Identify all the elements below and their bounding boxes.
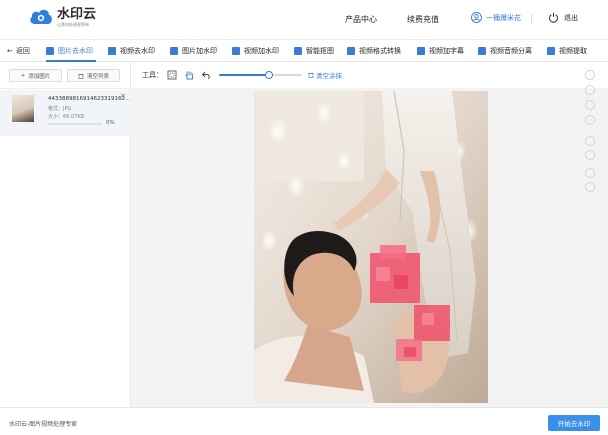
tab-label: 图片去水印 [58, 47, 93, 55]
tab-video-add-watermark[interactable]: 视频加水印 [232, 46, 279, 56]
add-image-button[interactable]: + 添加图片 [9, 69, 62, 82]
tab-video-extract[interactable]: 视频提取 [547, 46, 587, 56]
tab-label: 视频音频分离 [490, 47, 532, 55]
settings-icon[interactable] [585, 136, 595, 146]
image-icon [46, 47, 54, 55]
pen-icon[interactable] [585, 150, 595, 160]
back-label: 返回 [15, 47, 30, 55]
sidebar-divider [0, 88, 131, 89]
tab-label: 智能抠图 [306, 47, 334, 55]
subtitle-icon [417, 47, 425, 55]
zoom-out-icon[interactable] [585, 100, 595, 110]
rotate-icon[interactable] [585, 70, 595, 80]
header-divider [531, 14, 532, 24]
nav-products[interactable]: 产品中心 [345, 14, 377, 25]
logo-title: 水印云 [57, 6, 97, 22]
user-menu[interactable]: 一桶爆米花 [471, 12, 521, 23]
tab-video-format-convert[interactable]: 视频格式转换 [347, 46, 401, 56]
back-button[interactable]: ← 返回 [7, 46, 30, 56]
progress-percent: 0% [106, 120, 115, 126]
tools-label: 工具： [142, 71, 163, 79]
convert-icon [347, 47, 355, 55]
zoom-in-icon[interactable] [585, 85, 595, 95]
tab-label: 视频加字幕 [429, 47, 464, 55]
tab-label: 视频加水印 [244, 47, 279, 55]
undo-icon [201, 71, 210, 79]
clear-list-label: 清空列表 [86, 73, 109, 80]
trash-icon [308, 72, 314, 78]
brush-tool[interactable] [183, 69, 194, 80]
hand-brush-icon [184, 70, 193, 79]
video-icon [232, 47, 240, 55]
close-icon[interactable] [585, 182, 595, 192]
cloud-logo-icon [30, 9, 52, 24]
video-icon [108, 47, 116, 55]
user-avatar-icon [471, 12, 482, 23]
logo-subtitle: 让素材处理更简单 [57, 21, 89, 27]
image-canvas[interactable] [131, 88, 608, 407]
footer-tagline: 水印云-图片视频处理专家 [9, 421, 78, 428]
slider-fill [219, 74, 269, 76]
brush-size-slider[interactable] [219, 71, 302, 79]
clear-list-button[interactable]: 清空列表 [67, 69, 120, 82]
slider-handle[interactable] [264, 71, 273, 79]
tab-smart-cutout[interactable]: 智能抠图 [294, 46, 334, 56]
eye-icon[interactable] [585, 168, 595, 178]
logout-button[interactable]: 退出 [548, 12, 578, 23]
list-item[interactable]: 4433889816914623319162... 格式：JPG 大小：66.0… [0, 90, 131, 136]
footer: 水印云-图片视频处理专家 开始去水印 [0, 407, 608, 435]
tab-video-subtitles[interactable]: 视频加字幕 [417, 46, 464, 56]
file-name: 4433889816914623319162... [48, 96, 131, 102]
arrow-left-icon: ← [7, 47, 13, 55]
selection-box-icon [167, 70, 176, 79]
tab-label: 视频去水印 [120, 47, 155, 55]
extract-icon [547, 47, 555, 55]
audio-icon [478, 47, 486, 55]
tab-video-remove-watermark[interactable]: 视频去水印 [108, 46, 155, 56]
header: 水印云 让素材处理更简单 产品中心 续费充值 一桶爆米花 退出 [0, 0, 608, 40]
tool-tabs: ← 返回 图片去水印 视频去水印 图片加水印 视频加水印 智能抠图 视频格式转换… [0, 40, 608, 62]
tab-label: 视频格式转换 [359, 47, 401, 55]
logo[interactable]: 水印云 让素材处理更简单 [28, 7, 96, 27]
magic-wand-icon [294, 47, 302, 55]
tab-video-audio-separate[interactable]: 视频音频分离 [478, 46, 532, 56]
clear-marks-button[interactable]: 清空涂抹 [308, 70, 342, 80]
trash-icon [78, 73, 84, 79]
tab-image-add-watermark[interactable]: 图片加水印 [170, 46, 217, 56]
file-progress-bar [48, 123, 103, 125]
undo-tool[interactable] [200, 69, 211, 80]
user-name: 一桶爆米花 [486, 13, 521, 22]
file-list-panel: + 添加图片 清空列表 4433889816914623319162... 格式… [0, 62, 131, 407]
image-icon [170, 47, 178, 55]
clear-marks-label: 清空涂抹 [316, 72, 342, 80]
add-image-label: 添加图片 [28, 73, 51, 80]
plus-icon: + [20, 72, 26, 79]
file-size: 大小：66.07KB [48, 114, 85, 120]
tab-label: 视频提取 [559, 47, 587, 55]
logout-label: 退出 [564, 13, 578, 22]
power-icon [549, 12, 558, 23]
file-format: 格式：JPG [48, 106, 72, 112]
remove-file-close-icon[interactable]: × [120, 92, 126, 100]
couple-photo [254, 91, 488, 403]
tab-image-remove-watermark[interactable]: 图片去水印 [46, 46, 93, 56]
file-thumbnail [12, 95, 34, 122]
tab-label: 图片加水印 [182, 47, 217, 55]
edit-toolbar: 工具： 清空涂抹 [131, 62, 608, 88]
selection-box-tool[interactable] [166, 69, 177, 80]
start-remove-watermark-button[interactable]: 开始去水印 [548, 415, 600, 431]
nav-recharge[interactable]: 续费充值 [407, 14, 439, 25]
photo-preview[interactable] [254, 91, 488, 403]
fit-icon[interactable] [585, 115, 595, 125]
